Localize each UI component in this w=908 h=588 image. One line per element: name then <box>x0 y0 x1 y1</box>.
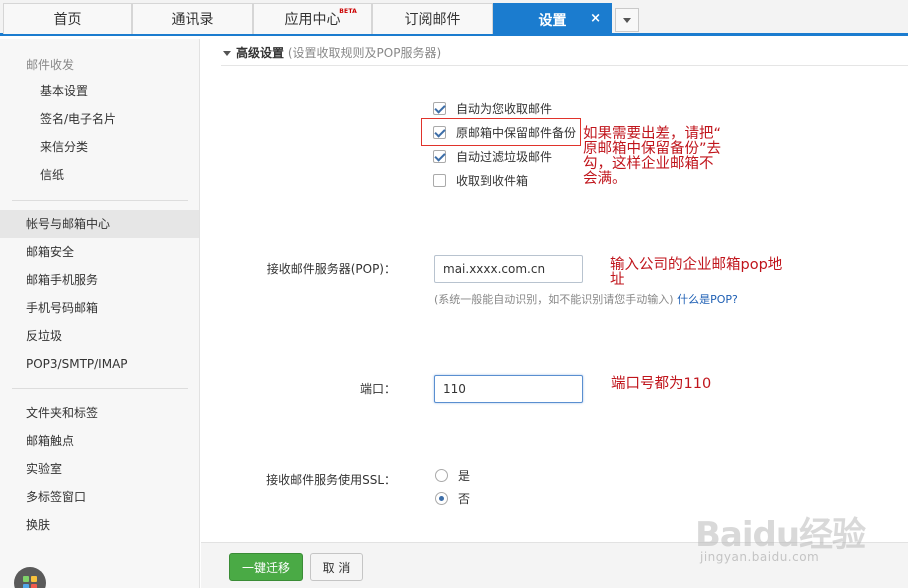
section-hint: (设置收取规则及POP服务器) <box>287 46 442 60</box>
sidebar-divider <box>12 388 188 389</box>
sidebar-divider <box>12 200 188 201</box>
option-label: 自动过滤垃圾邮件 <box>456 149 553 164</box>
sidebar-item-signature[interactable]: 签名/电子名片 <box>0 105 199 133</box>
sidebar-item-multi-tab[interactable]: 多标签窗口 <box>0 483 199 511</box>
tab-app-center[interactable]: 应用中心 BETA <box>253 3 372 34</box>
tab-subscriptions-label: 订阅邮件 <box>404 12 461 28</box>
settings-sidebar: 邮件收发 基本设置 签名/电子名片 来信分类 信纸 帐号与邮箱中心 邮箱安全 邮… <box>0 39 200 588</box>
sidebar-item-mobile-service[interactable]: 邮箱手机服务 <box>0 266 199 294</box>
ssl-label: 接收邮件服务使用SSL： <box>266 473 396 487</box>
section-divider <box>221 65 908 66</box>
radio-ssl-yes[interactable] <box>435 468 448 482</box>
cancel-button[interactable]: 取 消 <box>310 553 363 581</box>
ssl-option-no[interactable]: 否 <box>435 488 470 508</box>
sidebar-item-mail-filter[interactable]: 来信分类 <box>0 133 199 161</box>
option-label: 收取到收件箱 <box>456 173 529 188</box>
sidebar-item-folders-labels[interactable]: 文件夹和标签 <box>0 399 199 427</box>
pop-note: (系统一般能自动识别，如不能识别请您手动输入) 什么是POP? <box>434 293 738 306</box>
pop-server-input[interactable] <box>434 255 583 283</box>
sidebar-item-anti-spam[interactable]: 反垃圾 <box>0 322 199 350</box>
close-icon[interactable]: × <box>590 11 601 26</box>
tab-contacts-label: 通讯录 <box>171 12 214 28</box>
beta-badge: BETA <box>339 8 357 15</box>
section-title: 高级设置 <box>236 46 285 60</box>
migrate-button[interactable]: 一键迁移 <box>229 553 303 581</box>
section-header[interactable]: 高级设置 (设置收取规则及POP服务器) <box>223 44 441 61</box>
tab-home[interactable]: 首页 <box>3 3 132 34</box>
sidebar-item-account-center[interactable]: 帐号与邮箱中心 <box>0 210 199 238</box>
ssl-option-yes[interactable]: 是 <box>435 465 470 485</box>
sidebar-item-basic-settings[interactable]: 基本设置 <box>0 77 199 105</box>
checkbox-to-inbox[interactable] <box>433 173 446 187</box>
sidebar-item-pop3-smtp-imap[interactable]: POP3/SMTP/IMAP <box>0 350 199 378</box>
sidebar-group-title: 邮件收发 <box>26 58 75 72</box>
tab-settings[interactable]: 设置 × <box>493 3 612 36</box>
action-bar: 一键迁移 取 消 <box>201 542 908 588</box>
tab-subscriptions[interactable]: 订阅邮件 <box>372 3 493 34</box>
tab-contacts[interactable]: 通讯录 <box>132 3 253 34</box>
tab-bar: 首页 通讯录 应用中心 BETA 订阅邮件 设置 × <box>0 0 908 36</box>
tab-app-center-label: 应用中心 <box>284 12 341 28</box>
sidebar-item-skin[interactable]: 换肤 <box>0 511 199 539</box>
sidebar-item-stationery[interactable]: 信纸 <box>0 161 199 189</box>
app-window: 首页 通讯录 应用中心 BETA 订阅邮件 设置 × 邮件收发 基本设置 签名/… <box>0 0 908 588</box>
collapse-triangle-icon <box>223 51 231 56</box>
what-is-pop-link[interactable]: 什么是POP? <box>677 293 738 306</box>
settings-content: 高级设置 (设置收取规则及POP服务器) 自动为您收取邮件 原邮箱中保留邮件备份… <box>201 39 908 588</box>
option-filter-spam[interactable]: 自动过滤垃圾邮件 <box>433 146 552 166</box>
tab-home-label: 首页 <box>53 12 82 28</box>
port-label: 端口： <box>359 382 396 396</box>
port-input[interactable] <box>434 375 583 403</box>
app-grid-icon[interactable] <box>14 567 46 588</box>
highlight-frame <box>421 118 581 146</box>
annotation-backup: 如果需要出差，请把“ 原邮箱中保留备份”去 勾，这样企业邮箱不 会满。 <box>583 126 722 187</box>
checkbox-filter-spam[interactable] <box>433 149 446 163</box>
option-to-inbox[interactable]: 收取到收件箱 <box>433 170 528 190</box>
annotation-pop: 输入公司的企业邮箱pop地 址 <box>610 257 783 288</box>
radio-label: 是 <box>458 468 471 483</box>
option-label: 自动为您收取邮件 <box>456 101 553 116</box>
radio-label: 否 <box>458 491 471 506</box>
option-auto-receive[interactable]: 自动为您收取邮件 <box>433 98 552 118</box>
sidebar-item-lab[interactable]: 实验室 <box>0 455 199 483</box>
sidebar-item-mail-touchpoints[interactable]: 邮箱触点 <box>0 427 199 455</box>
checkbox-auto-receive[interactable] <box>433 101 446 115</box>
radio-ssl-no[interactable] <box>435 491 448 505</box>
annotation-port: 端口号都为110 <box>611 376 712 392</box>
tab-menu-chevron-down-icon[interactable] <box>615 8 639 32</box>
pop-server-label: 接收邮件服务器(POP)： <box>266 262 396 276</box>
tab-settings-label: 设置 <box>538 13 567 29</box>
sidebar-item-security[interactable]: 邮箱安全 <box>0 238 199 266</box>
sidebar-item-phone-mailbox[interactable]: 手机号码邮箱 <box>0 294 199 322</box>
